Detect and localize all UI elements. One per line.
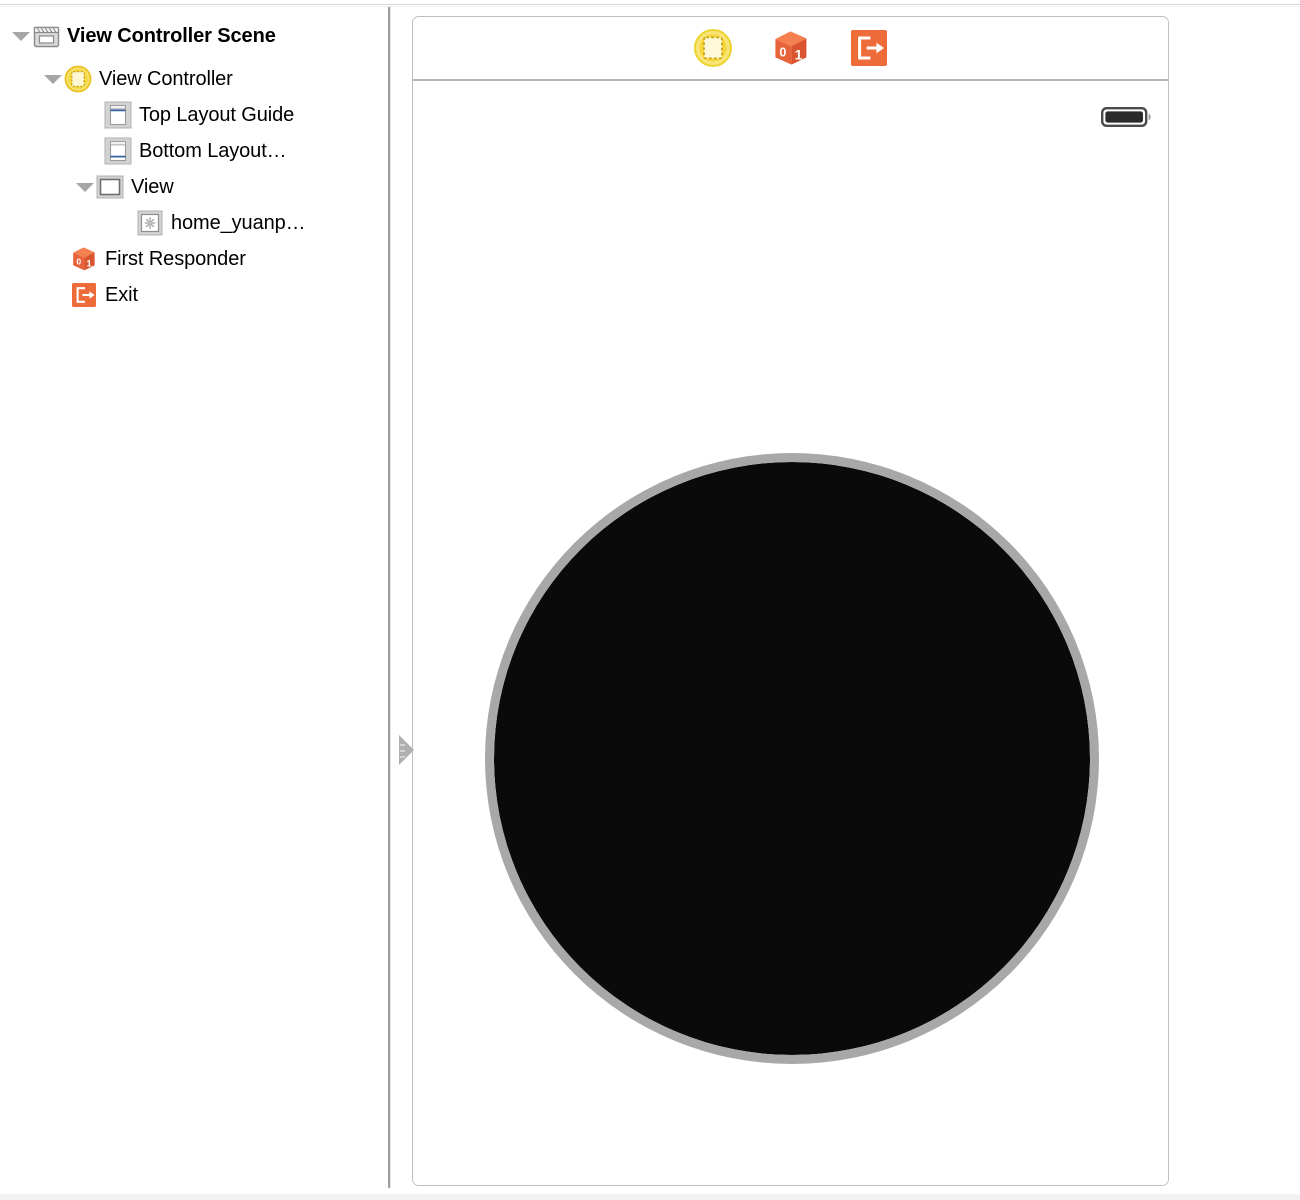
exit-icon (70, 281, 98, 309)
window-bottom-edge (0, 1194, 1300, 1200)
image-view-icon (136, 209, 164, 237)
view-controller-icon (64, 65, 92, 93)
top-layout-guide-icon (104, 101, 132, 129)
storyboard-canvas[interactable]: 0 1 (391, 7, 1300, 1200)
disclosure-triangle-view-controller[interactable] (42, 64, 64, 94)
disclosure-triangle-scene[interactable] (10, 21, 32, 51)
outline-label: Bottom Layout… (139, 139, 287, 162)
view-controller-scene-card[interactable]: 0 1 (412, 16, 1169, 1186)
battery-full-icon (1101, 105, 1153, 129)
scene-clapperboard-icon (32, 22, 60, 50)
outline-label: First Responder (105, 247, 246, 270)
svg-text:1: 1 (86, 259, 92, 270)
document-outline-panel[interactable]: View Controller Scene View Controller To… (0, 7, 389, 1200)
first-responder-icon[interactable]: 0 1 (769, 26, 813, 70)
outline-row-top-layout-guide[interactable]: Top Layout Guide (104, 100, 294, 130)
view-icon (96, 173, 124, 201)
outline-label: View (131, 175, 174, 198)
view-controller-icon[interactable] (691, 26, 735, 70)
outline-row-home-yuanpan-image-view[interactable]: home_yuanp… (136, 208, 306, 238)
outline-row-first-responder[interactable]: 0 1 First Responder (70, 244, 246, 274)
scene-view-body[interactable] (413, 83, 1168, 1185)
svg-text:1: 1 (794, 47, 802, 63)
interface-builder-window: View Controller Scene View Controller To… (0, 0, 1300, 1200)
svg-text:0: 0 (76, 256, 81, 266)
outline-row-view[interactable]: View (74, 172, 174, 202)
outline-label: View Controller (99, 67, 233, 90)
outline-label: Top Layout Guide (139, 103, 295, 126)
home_yuanpan-image-view[interactable] (485, 453, 1099, 1064)
entry-point-grip-lines (400, 744, 405, 758)
outline-row-bottom-layout-guide[interactable]: Bottom Layout… (104, 136, 287, 166)
outline-label: View Controller Scene (67, 24, 276, 47)
window-top-hairline (0, 4, 1300, 5)
first-responder-icon: 0 1 (70, 245, 98, 273)
disclosure-triangle-view[interactable] (74, 172, 96, 202)
scene-dock-toolbar[interactable]: 0 1 (413, 17, 1168, 81)
bottom-layout-guide-icon (104, 137, 132, 165)
exit-icon[interactable] (847, 26, 891, 70)
outline-row-view-controller-scene[interactable]: View Controller Scene (10, 21, 276, 51)
svg-text:0: 0 (779, 45, 786, 59)
outline-label: home_yuanp… (171, 211, 306, 234)
outline-label: Exit (105, 283, 138, 306)
outline-row-exit[interactable]: Exit (70, 280, 138, 310)
outline-row-view-controller[interactable]: View Controller (42, 64, 233, 94)
